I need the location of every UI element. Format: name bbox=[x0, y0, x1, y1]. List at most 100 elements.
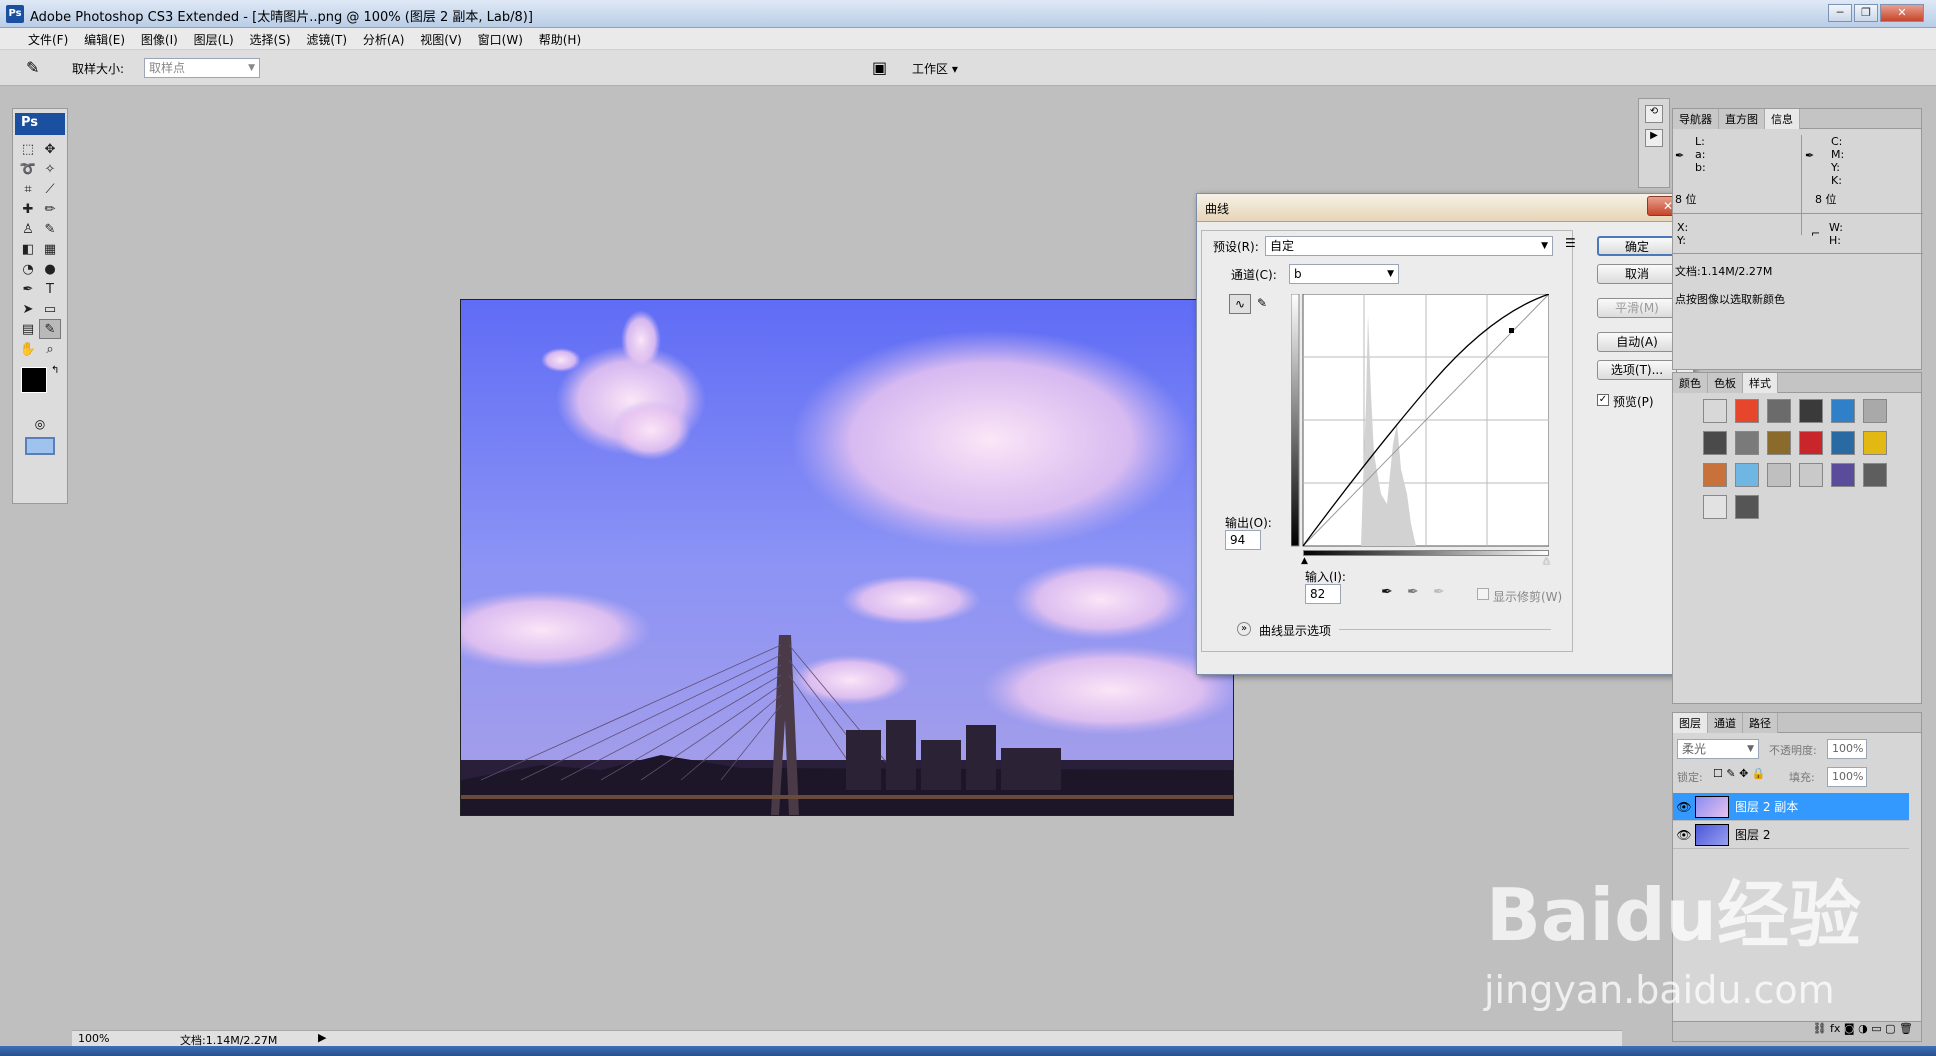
magic-wand-icon[interactable]: ✧ bbox=[39, 159, 61, 179]
menu-edit[interactable]: 编辑(E) bbox=[78, 28, 131, 51]
restore-button[interactable]: ❐ bbox=[1854, 4, 1878, 22]
swap-colors-icon[interactable]: ↰ bbox=[51, 365, 59, 376]
fill-field[interactable]: 100% bbox=[1827, 767, 1867, 787]
ok-button[interactable]: 确定 bbox=[1597, 236, 1677, 256]
pen-tool-icon[interactable]: ✒ bbox=[17, 279, 39, 299]
tab-histogram[interactable]: 直方图 bbox=[1719, 109, 1765, 129]
curve-edit-points-icon[interactable]: ∿ bbox=[1229, 294, 1251, 314]
minimize-button[interactable]: ─ bbox=[1828, 4, 1852, 22]
menu-window[interactable]: 窗口(W) bbox=[472, 28, 529, 51]
move-tool-icon[interactable]: ✥ bbox=[39, 139, 61, 159]
output-field[interactable]: 94 bbox=[1225, 530, 1261, 550]
style-swatch[interactable] bbox=[1799, 431, 1823, 455]
white-eyedropper-icon[interactable]: ✒ bbox=[1433, 584, 1445, 600]
style-swatch[interactable] bbox=[1703, 431, 1727, 455]
style-swatch[interactable] bbox=[1703, 399, 1727, 423]
style-swatch[interactable] bbox=[1831, 431, 1855, 455]
black-point-slider-icon[interactable]: ▲ bbox=[1301, 556, 1308, 566]
curve-draw-pencil-icon[interactable]: ✎ bbox=[1257, 296, 1267, 310]
tab-styles[interactable]: 样式 bbox=[1743, 373, 1778, 393]
menu-help[interactable]: 帮助(H) bbox=[533, 28, 587, 51]
opacity-field[interactable]: 100% bbox=[1827, 739, 1867, 759]
screen-mode-icon[interactable] bbox=[25, 437, 55, 455]
style-swatch[interactable] bbox=[1767, 431, 1791, 455]
style-swatch[interactable] bbox=[1799, 399, 1823, 423]
curve-graph[interactable] bbox=[1290, 293, 1550, 556]
eraser-tool-icon[interactable]: ◧ bbox=[17, 239, 39, 259]
history-brush-icon[interactable]: ✎ bbox=[39, 219, 61, 239]
black-eyedropper-icon[interactable]: ✒ bbox=[1381, 584, 1393, 600]
tab-navigator[interactable]: 导航器 bbox=[1673, 109, 1719, 129]
blur-tool-icon[interactable]: ◔ bbox=[17, 259, 39, 279]
stamp-tool-icon[interactable]: ♙ bbox=[17, 219, 39, 239]
style-swatch[interactable] bbox=[1735, 431, 1759, 455]
fx-icon[interactable]: fx bbox=[1830, 1022, 1840, 1035]
healing-tool-icon[interactable]: ✚ bbox=[17, 199, 39, 219]
preset-options-icon[interactable]: ☰ bbox=[1565, 236, 1576, 250]
style-swatch[interactable] bbox=[1831, 463, 1855, 487]
slice-tool-icon[interactable]: ⟋ bbox=[39, 179, 61, 199]
tab-paths[interactable]: 路径 bbox=[1743, 713, 1778, 733]
menu-file[interactable]: 文件(F) bbox=[22, 28, 74, 51]
eyedropper-tool-icon[interactable]: ✎ bbox=[26, 58, 39, 77]
canvas-image[interactable] bbox=[460, 299, 1234, 816]
auto-button[interactable]: 自动(A) bbox=[1597, 332, 1677, 352]
delete-layer-icon[interactable]: 🗑 bbox=[1899, 1022, 1913, 1035]
lasso-tool-icon[interactable]: ➰ bbox=[17, 159, 39, 179]
tab-layers[interactable]: 图层 bbox=[1673, 713, 1708, 733]
brush-tool-icon[interactable]: ✏ bbox=[39, 199, 61, 219]
curve-display-options-label[interactable]: 曲线显示选项 bbox=[1259, 622, 1331, 639]
zoom-level[interactable]: 100% bbox=[78, 1032, 109, 1045]
menu-view[interactable]: 视图(V) bbox=[414, 28, 468, 51]
menu-select[interactable]: 选择(S) bbox=[244, 28, 297, 51]
style-swatch[interactable] bbox=[1767, 399, 1791, 423]
menu-layer[interactable]: 图层(L) bbox=[188, 28, 240, 51]
style-swatch[interactable] bbox=[1831, 399, 1855, 423]
actions-icon[interactable]: ▶ bbox=[1645, 129, 1663, 147]
style-swatch[interactable] bbox=[1735, 399, 1759, 423]
style-swatch[interactable] bbox=[1863, 399, 1887, 423]
hand-tool-icon[interactable]: ✋ bbox=[17, 339, 39, 359]
gradient-tool-icon[interactable]: ▦ bbox=[39, 239, 61, 259]
preview-checkbox[interactable]: ✓ bbox=[1597, 394, 1609, 406]
layer-row-2[interactable]: 👁 图层 2 bbox=[1673, 821, 1909, 849]
crop-tool-icon[interactable]: ⌗ bbox=[17, 179, 39, 199]
expand-icon[interactable]: » bbox=[1237, 622, 1251, 636]
new-group-icon[interactable]: ▭ bbox=[1871, 1022, 1881, 1035]
type-tool-icon[interactable]: T bbox=[39, 279, 61, 299]
marquee-tool-icon[interactable]: ⬚ bbox=[17, 139, 39, 159]
dodge-tool-icon[interactable]: ● bbox=[39, 259, 61, 279]
style-swatch[interactable] bbox=[1703, 463, 1727, 487]
path-select-icon[interactable]: ➤ bbox=[17, 299, 39, 319]
smooth-button[interactable]: 平滑(M) bbox=[1597, 298, 1677, 318]
workspace-button[interactable]: 工作区 ▾ bbox=[912, 60, 958, 77]
foreground-color[interactable] bbox=[21, 367, 47, 393]
preset-select[interactable]: 自定 ▼ bbox=[1265, 236, 1553, 256]
style-swatch[interactable] bbox=[1799, 463, 1823, 487]
style-swatch[interactable] bbox=[1735, 463, 1759, 487]
menu-analysis[interactable]: 分析(A) bbox=[357, 28, 411, 51]
style-swatch[interactable] bbox=[1735, 495, 1759, 519]
eyedropper-icon[interactable]: ✎ bbox=[39, 319, 61, 339]
blend-mode-select[interactable]: 柔光 ▼ bbox=[1677, 739, 1759, 759]
shape-tool-icon[interactable]: ▭ bbox=[39, 299, 61, 319]
cancel-button[interactable]: 取消 bbox=[1597, 264, 1677, 284]
tab-channels[interactable]: 通道 bbox=[1708, 713, 1743, 733]
tab-swatches[interactable]: 色板 bbox=[1708, 373, 1743, 393]
input-field[interactable]: 82 bbox=[1305, 584, 1341, 604]
notes-tool-icon[interactable]: ▤ bbox=[17, 319, 39, 339]
link-layers-icon[interactable]: ⛓ bbox=[1813, 1022, 1827, 1035]
tab-info[interactable]: 信息 bbox=[1765, 109, 1800, 129]
adjustment-layer-icon[interactable]: ◑ bbox=[1858, 1022, 1868, 1035]
sample-size-select[interactable]: 取样点 ▼ bbox=[144, 58, 260, 78]
layer-row-copy[interactable]: 👁 图层 2 副本 bbox=[1673, 793, 1909, 821]
tab-color[interactable]: 颜色 bbox=[1673, 373, 1708, 393]
history-icon[interactable]: ⟲ bbox=[1645, 105, 1663, 123]
channel-select[interactable]: b ▼ bbox=[1289, 264, 1399, 284]
style-swatch[interactable] bbox=[1863, 431, 1887, 455]
quick-mask-icon[interactable]: ◎ bbox=[13, 417, 67, 431]
close-button[interactable]: ✕ bbox=[1880, 4, 1924, 22]
style-swatch[interactable] bbox=[1863, 463, 1887, 487]
lock-icons[interactable]: ☐ ✎ ✥ 🔒 bbox=[1713, 767, 1765, 780]
menu-image[interactable]: 图像(I) bbox=[135, 28, 184, 51]
